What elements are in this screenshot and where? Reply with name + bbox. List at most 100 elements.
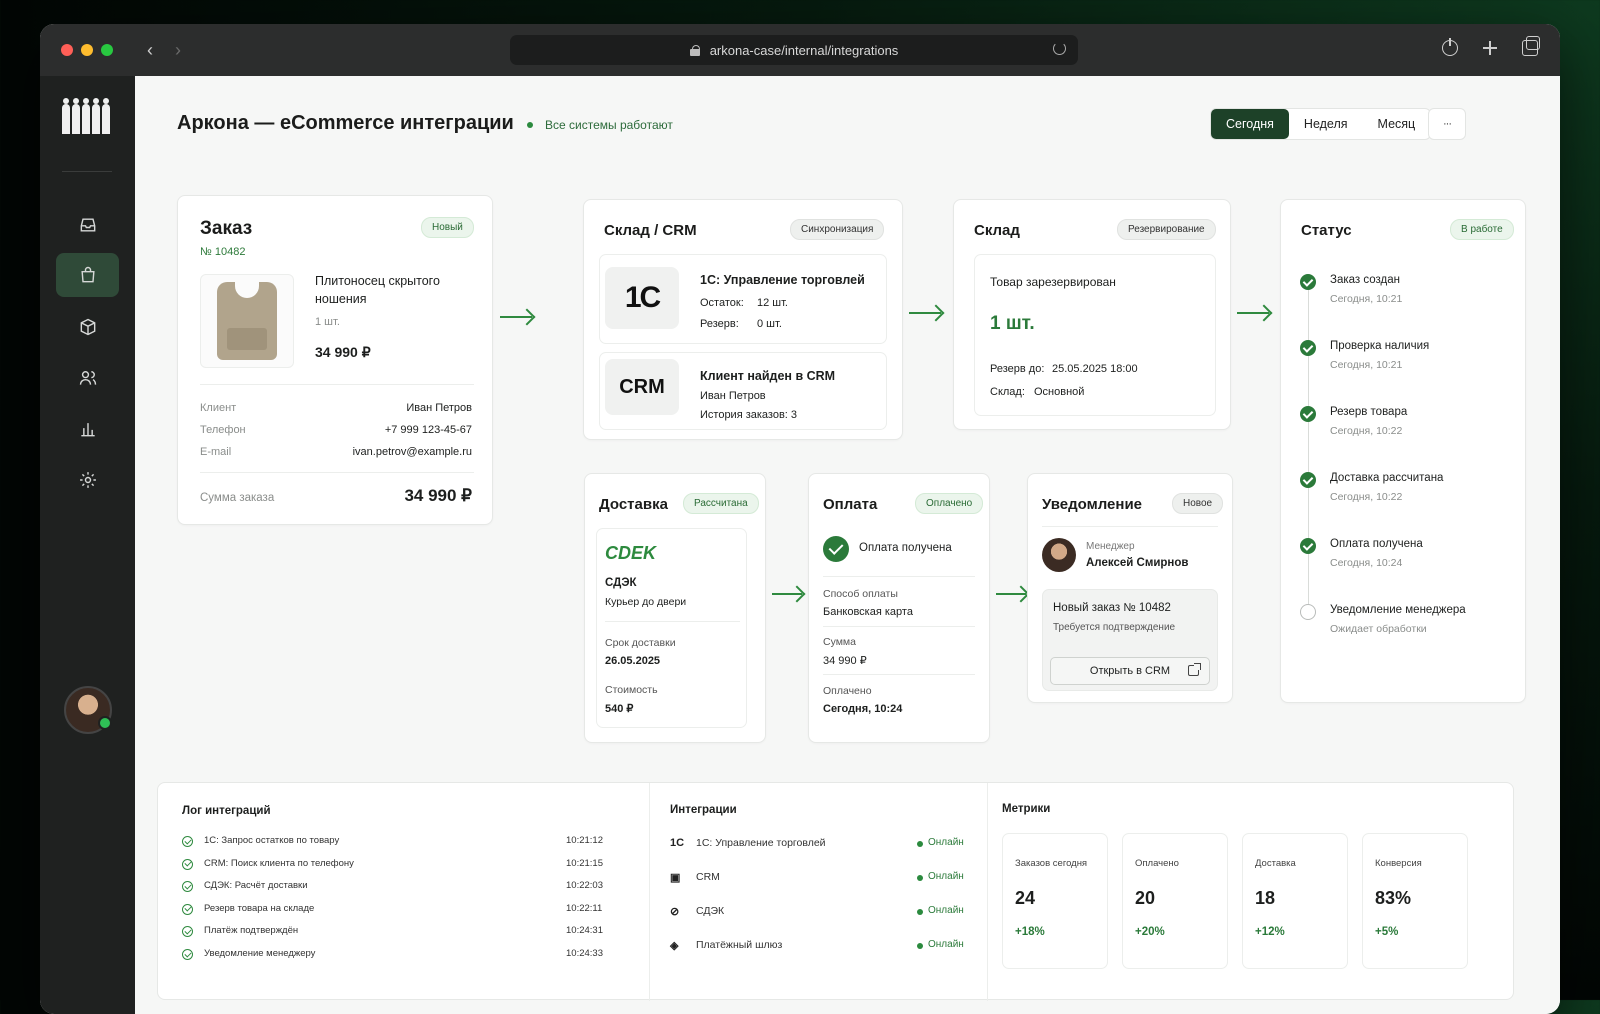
period-today[interactable]: Сегодня xyxy=(1211,109,1289,139)
sidebar-item-customers[interactable] xyxy=(56,356,119,400)
integrations-title: Интеграции xyxy=(670,804,737,816)
status-step-label: Оплата получена xyxy=(1330,538,1423,550)
log-entry-text: Платёж подтверждён xyxy=(204,925,299,937)
main-content: Аркона — eCommerce интеграции Все систем… xyxy=(135,76,1560,1014)
status-dot-icon xyxy=(527,122,533,128)
calculated-badge: Рассчитана xyxy=(683,493,759,514)
log-check-icon xyxy=(182,903,193,915)
log-check-icon xyxy=(182,926,193,938)
sidebar-item-integrations[interactable] xyxy=(56,203,119,247)
close-window-button[interactable] xyxy=(61,44,73,56)
client-label: Клиент xyxy=(200,402,237,414)
users-icon xyxy=(79,371,96,385)
reservation-panel: Товар зарезервирован 1 шт. Резерв до: 25… xyxy=(974,254,1216,416)
open-crm-button[interactable]: Открыть в CRM xyxy=(1050,657,1210,685)
sum-label: Сумма xyxy=(823,636,856,648)
forward-icon[interactable]: › xyxy=(175,40,181,61)
period-week[interactable]: Неделя xyxy=(1289,109,1363,139)
user-avatar[interactable] xyxy=(64,686,112,734)
status-step-label: Уведомление менеджера xyxy=(1330,604,1466,616)
stock-label: Остаток: xyxy=(700,297,744,309)
divider xyxy=(200,384,474,385)
manager-avatar xyxy=(1042,538,1076,572)
payment-title: Оплата xyxy=(823,496,878,513)
method-label: Способ оплаты xyxy=(823,588,898,600)
tabs-overview-icon[interactable] xyxy=(1522,36,1540,56)
bar-chart-icon xyxy=(80,423,95,437)
page-title: Аркона — eCommerce интеграции xyxy=(177,112,514,134)
integration-status: Онлайн xyxy=(928,871,964,882)
sync-badge: Синхронизация xyxy=(790,219,885,240)
log-entry-text: СДЭК: Расчёт доставки xyxy=(204,880,308,892)
reserve-value: 0 шт. xyxy=(757,318,782,330)
power-icon[interactable] xyxy=(1442,38,1458,56)
manager-name: Алексей Смирнов xyxy=(1086,557,1189,569)
status-step-label: Резерв товара xyxy=(1330,406,1408,418)
reserve-until-label: Резерв до: xyxy=(990,363,1045,375)
sidebar-item-orders[interactable] xyxy=(56,253,119,297)
flow-arrow-icon xyxy=(772,593,802,595)
notification-title: Уведомление xyxy=(1042,496,1143,513)
crm-logo-icon: CRM xyxy=(605,359,679,415)
integration-name: 1С: Управление торговлей xyxy=(696,837,826,849)
metric-value: 18 xyxy=(1255,888,1276,908)
delivery-icon: ⊘ xyxy=(670,906,680,918)
crm-client: Иван Петров xyxy=(700,390,766,402)
back-icon[interactable]: ‹ xyxy=(147,40,153,61)
more-options-button[interactable]: ··· xyxy=(1428,108,1466,140)
browser-titlebar: ‹ › arkona-case/internal/integrations xyxy=(40,24,1560,76)
client-value: Иван Петров xyxy=(406,402,472,414)
metric-label: Конверсия xyxy=(1375,858,1422,869)
integration-status: Онлайн xyxy=(928,837,964,848)
divider xyxy=(987,783,988,1001)
store-label: Склад: xyxy=(990,386,1025,398)
sidebar-item-products[interactable] xyxy=(56,305,119,349)
delivery-cost-value: 540 ₽ xyxy=(605,703,634,715)
sidebar xyxy=(40,76,135,1014)
period-month[interactable]: Месяц xyxy=(1363,109,1431,139)
brand-logo[interactable] xyxy=(62,98,114,134)
sidebar-item-settings[interactable] xyxy=(56,458,119,502)
notification-card: Уведомление Новое Менеджер Алексей Смирн… xyxy=(1027,473,1233,703)
maximize-window-button[interactable] xyxy=(101,44,113,56)
crm-title: Клиент найден в CRM xyxy=(700,369,836,383)
step-done-icon xyxy=(1300,406,1316,422)
address-bar[interactable]: arkona-case/internal/integrations xyxy=(510,35,1078,65)
flow-arrow-icon xyxy=(1237,312,1269,314)
metric-delta: +20% xyxy=(1135,926,1165,938)
log-entry-text: 1С: Запрос остатков по товару xyxy=(204,835,340,846)
metrics-title: Метрики xyxy=(1002,803,1051,815)
order-number: № 10482 xyxy=(200,246,246,258)
log-check-icon xyxy=(182,881,193,893)
log-entry-time: 10:21:15 xyxy=(566,857,603,869)
delivery-service: СДЭК xyxy=(605,577,637,589)
delivery-term-value: 26.05.2025 xyxy=(605,655,661,667)
integration-name: Платёжный шлюз xyxy=(696,939,783,951)
minimize-window-button[interactable] xyxy=(81,44,93,56)
metric-card: Оплачено 20 +20% xyxy=(1122,833,1228,969)
log-check-icon xyxy=(182,858,193,870)
shopping-bag-icon xyxy=(80,266,95,283)
divider xyxy=(823,674,975,675)
divider xyxy=(1042,526,1218,527)
cdek-logo-icon: CDEK xyxy=(605,543,657,563)
order-title: Заказ xyxy=(200,218,253,239)
payment-icon: ◈ xyxy=(670,940,679,952)
new-tab-icon[interactable] xyxy=(1482,40,1498,56)
gear-icon xyxy=(79,472,96,488)
step-done-icon xyxy=(1300,538,1316,554)
sidebar-item-analytics[interactable] xyxy=(56,407,119,451)
integration-status: Онлайн xyxy=(928,905,964,916)
log-check-icon xyxy=(182,949,193,960)
reserve-label: Резерв: xyxy=(700,318,739,330)
reload-icon[interactable] xyxy=(1053,42,1066,55)
online-dot-icon xyxy=(917,909,923,915)
log-entry-time: 10:22:11 xyxy=(566,902,603,914)
status-step-time: Сегодня, 10:21 xyxy=(1330,293,1403,305)
email-label: E-mail xyxy=(200,446,232,458)
window-controls xyxy=(61,44,113,56)
payment-card: Оплата Оплачено Оплата получена Способ о… xyxy=(808,473,990,743)
paid-value: Сегодня, 10:24 xyxy=(823,703,903,715)
external-link-icon xyxy=(1188,663,1201,676)
online-dot-icon xyxy=(917,943,923,949)
